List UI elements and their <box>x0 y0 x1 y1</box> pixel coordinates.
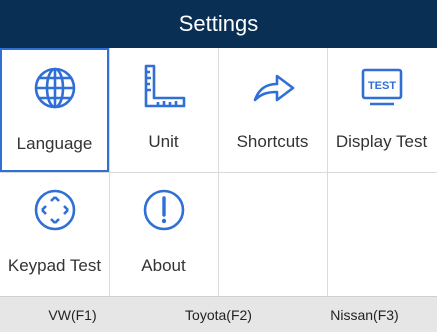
f3-key-button[interactable]: Nissan(F3) <box>292 297 437 332</box>
tile-label: Unit <box>148 132 179 151</box>
title-bar: Settings <box>0 0 437 48</box>
tile-label: Language <box>16 134 93 153</box>
display-test-icon-text: TEST <box>367 80 395 92</box>
tile-language[interactable]: Language <box>0 48 109 172</box>
ruler-icon <box>144 64 185 108</box>
tile-display-test[interactable]: TEST Display Test <box>327 48 436 172</box>
tile-label: Display Test <box>335 132 428 151</box>
test-display-icon: TEST <box>361 68 402 106</box>
info-exclamation-icon <box>143 189 184 231</box>
tile-label: About <box>141 256 186 275</box>
tile-unit[interactable]: Unit <box>109 48 218 172</box>
dpad-icon <box>34 189 75 231</box>
f1-key-button[interactable]: VW(F1) <box>0 297 145 332</box>
tile-shortcuts[interactable]: Shortcuts <box>218 48 327 172</box>
arrow-right-icon <box>253 74 294 102</box>
page-title: Settings <box>178 11 259 36</box>
tile-keypad-test[interactable]: Keypad Test <box>0 172 109 296</box>
tile-label: Keypad Test <box>7 256 102 275</box>
function-key-bar: VW(F1) Toyota(F2) Nissan(F3) <box>0 296 437 332</box>
tile-label: Shortcuts <box>236 132 309 151</box>
tile-about[interactable]: About <box>109 172 218 296</box>
f2-key-button[interactable]: Toyota(F2) <box>145 297 292 332</box>
globe-icon <box>34 67 75 109</box>
settings-screen: Settings Language Unit Shortcuts TEST Di… <box>0 0 437 332</box>
settings-grid: Language Unit Shortcuts TEST Display Tes… <box>0 48 437 296</box>
